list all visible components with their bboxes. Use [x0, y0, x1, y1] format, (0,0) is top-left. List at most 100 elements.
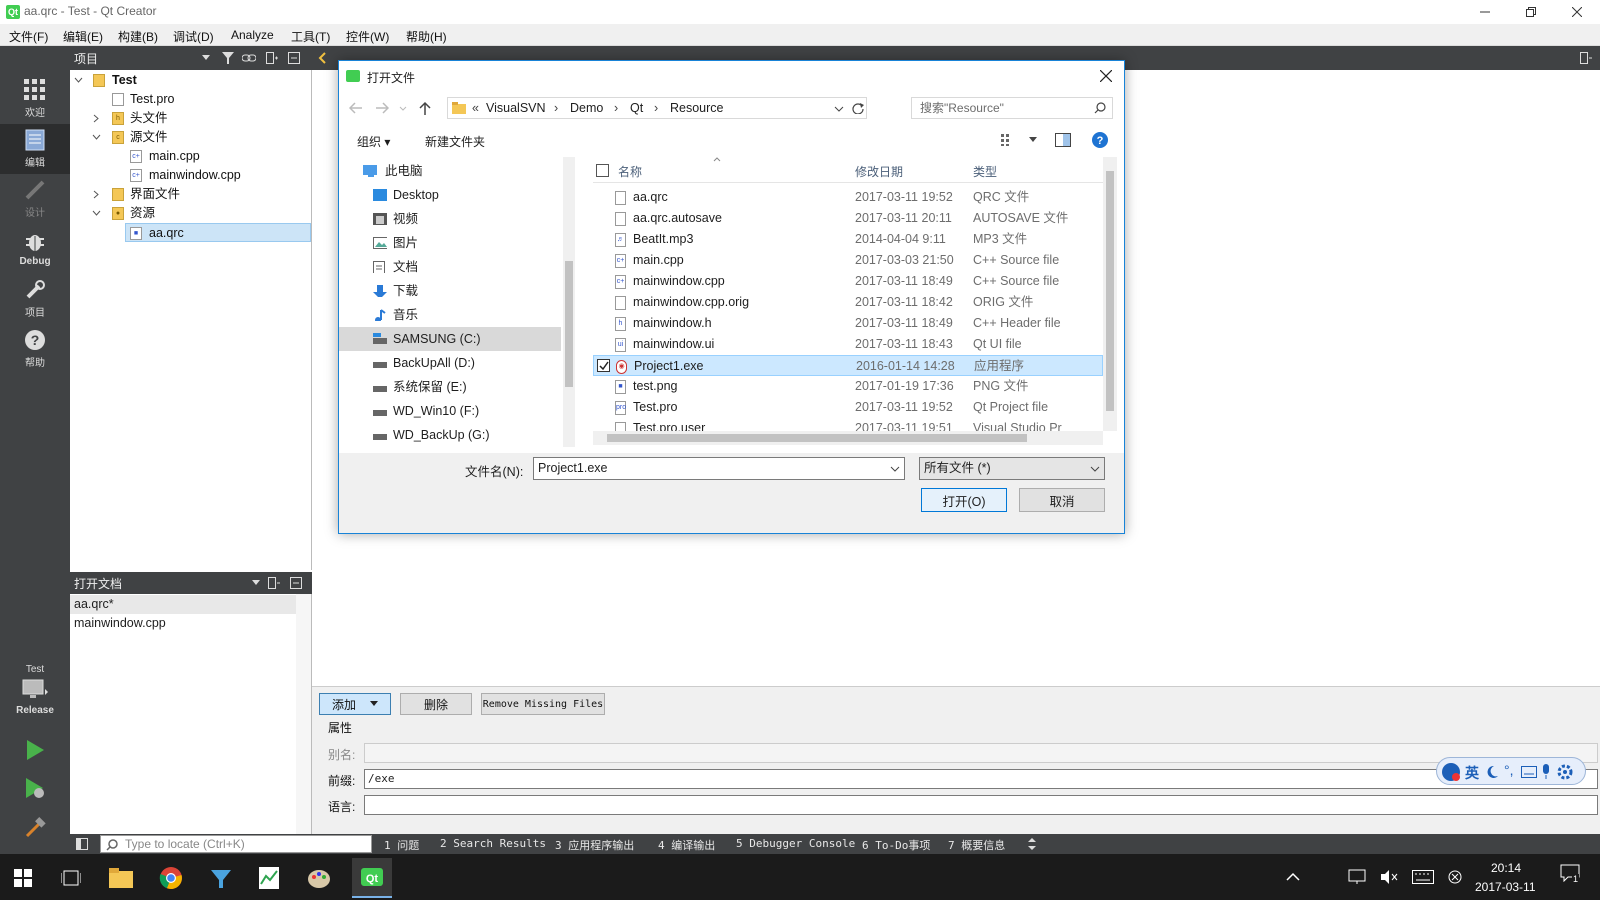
- address-bar[interactable]: « VisualSVN › Demo › Qt › Resource: [447, 97, 867, 119]
- nav-item-drive-e[interactable]: 系统保留 (E:): [339, 375, 561, 399]
- output-tab-application-output[interactable]: 3 应用程序输出: [555, 837, 634, 853]
- file-checkbox[interactable]: [596, 211, 609, 224]
- file-row[interactable]: aa.qrc.autosave 2017-03-11 20:11 AUTOSAVE …: [593, 208, 1103, 229]
- breadcrumb-separator-icon[interactable]: ›: [614, 101, 618, 115]
- menu-edit[interactable]: 编辑(E): [63, 28, 103, 45]
- keyboard-icon[interactable]: [1521, 766, 1537, 778]
- file-row[interactable]: Test.pro.user 2017-03-11 19:51 Visual Stud…: [593, 418, 1103, 431]
- nav-item-documents[interactable]: 文档: [339, 255, 561, 279]
- file-checkbox[interactable]: [596, 400, 609, 413]
- nav-item-desktop[interactable]: Desktop: [339, 183, 561, 207]
- keyboard-icon[interactable]: [1412, 870, 1434, 884]
- nav-item-drive-f[interactable]: WD_Win10 (F:): [339, 399, 561, 423]
- ime-status-icon[interactable]: [1448, 870, 1462, 884]
- nav-item-this-pc[interactable]: 此电脑: [339, 159, 561, 183]
- gear-icon[interactable]: [1557, 764, 1573, 780]
- add-button[interactable]: 添加: [319, 693, 391, 715]
- file-checkbox[interactable]: [597, 359, 610, 372]
- file-row[interactable]: mainwindow.cpp.orig 2017-03-11 18:42 ORIG …: [593, 292, 1103, 313]
- close-icon[interactable]: [1100, 70, 1112, 82]
- debug-run-button[interactable]: [0, 768, 70, 808]
- tree-item-pro[interactable]: Test.pro: [70, 90, 311, 109]
- nav-item-music[interactable]: 音乐: [339, 303, 561, 327]
- tree-item-main-cpp[interactable]: c+ main.cpp: [70, 147, 311, 166]
- menu-build[interactable]: 构建(B): [118, 28, 158, 45]
- microphone-icon[interactable]: [1541, 764, 1551, 780]
- task-view-button[interactable]: [54, 861, 88, 895]
- language-field[interactable]: [364, 795, 1598, 815]
- menu-analyze[interactable]: Analyze: [231, 28, 274, 42]
- chevron-down-icon[interactable]: [399, 106, 407, 112]
- tree-item-aa-qrc[interactable]: ■ aa.qrc: [125, 223, 311, 242]
- mode-projects[interactable]: 项目: [0, 274, 70, 324]
- link-icon[interactable]: [242, 52, 256, 64]
- output-tab-search-results[interactable]: 2 Search Results: [440, 837, 546, 850]
- file-checkbox[interactable]: [596, 295, 609, 308]
- file-checkbox[interactable]: [596, 253, 609, 266]
- help-icon[interactable]: ?: [1091, 131, 1109, 149]
- tree-item-forms[interactable]: 界面文件: [70, 185, 311, 204]
- build-button[interactable]: [0, 808, 70, 848]
- scrollbar[interactable]: [296, 594, 311, 834]
- nav-item-drive-g[interactable]: WD_BackUp (G:): [339, 423, 561, 447]
- menu-widgets[interactable]: 控件(W): [346, 28, 389, 45]
- mode-welcome[interactable]: 欢迎: [0, 74, 70, 124]
- tree-item-sources[interactable]: c 源文件: [70, 128, 311, 147]
- file-checkbox[interactable]: [596, 316, 609, 329]
- run-button[interactable]: [0, 730, 70, 770]
- network-icon[interactable]: [1348, 869, 1366, 885]
- refresh-icon[interactable]: [852, 102, 864, 114]
- chevron-down-icon[interactable]: [202, 55, 210, 61]
- close-pane-icon[interactable]: [288, 52, 300, 64]
- output-tab-general-messages[interactable]: 7 概要信息: [948, 837, 1005, 853]
- nav-scrollbar[interactable]: [563, 157, 575, 447]
- mode-edit[interactable]: 编辑: [0, 124, 70, 174]
- open-button[interactable]: 打开(O): [921, 488, 1007, 512]
- close-pane-icon[interactable]: [290, 577, 302, 589]
- remove-button[interactable]: 删除: [400, 693, 472, 715]
- file-row[interactable]: ■ test.png 2017-01-19 17:36 PNG 文件: [593, 376, 1103, 397]
- file-checkbox[interactable]: [596, 379, 609, 392]
- nav-item-videos[interactable]: 视频: [339, 207, 561, 231]
- filename-combobox[interactable]: Project1.exe: [533, 457, 905, 480]
- breadcrumb-qt[interactable]: Qt: [630, 101, 643, 115]
- file-checkbox[interactable]: [596, 421, 609, 431]
- file-row[interactable]: pro Test.pro 2017-03-11 19:52 Qt Project fi…: [593, 397, 1103, 418]
- breadcrumb-separator-icon[interactable]: ›: [554, 101, 558, 115]
- file-row[interactable]: c+ mainwindow.cpp 2017-03-11 18:49 C++ Sour…: [593, 271, 1103, 292]
- breadcrumb-overflow[interactable]: «: [472, 101, 479, 115]
- menu-file[interactable]: 文件(F): [9, 28, 48, 45]
- split-icon[interactable]: [1580, 52, 1592, 64]
- column-header-type[interactable]: 类型: [973, 163, 997, 180]
- locator-input[interactable]: Type to locate (Ctrl+K): [100, 835, 372, 853]
- taskbar-paint[interactable]: [302, 861, 336, 895]
- split-icon[interactable]: [268, 577, 280, 589]
- prefix-field[interactable]: /exe: [364, 769, 1598, 789]
- taskbar-qt-creator[interactable]: Qt: [352, 858, 392, 898]
- file-checkbox[interactable]: [596, 274, 609, 287]
- taskbar-file-explorer[interactable]: [104, 861, 138, 895]
- filter-icon[interactable]: [222, 52, 234, 64]
- remove-missing-files-button[interactable]: Remove Missing Files: [481, 693, 605, 715]
- close-window-button[interactable]: [1554, 0, 1600, 24]
- file-list-hscrollbar[interactable]: [593, 431, 1103, 445]
- breadcrumb-resource[interactable]: Resource: [670, 101, 724, 115]
- back-arrow-icon[interactable]: [318, 52, 326, 64]
- file-type-filter[interactable]: 所有文件 (*): [919, 457, 1105, 480]
- mode-help[interactable]: ? 帮助: [0, 324, 70, 374]
- taskbar-chrome[interactable]: [154, 861, 188, 895]
- output-tab-debugger-console[interactable]: 5 Debugger Console: [736, 837, 855, 850]
- organize-menu[interactable]: 组织 ▾: [357, 133, 390, 150]
- output-tab-issues[interactable]: 1 问题: [384, 837, 419, 853]
- file-row[interactable]: h mainwindow.h 2017-03-11 18:49 C++ Header …: [593, 313, 1103, 334]
- breadcrumb-demo[interactable]: Demo: [570, 101, 603, 115]
- volume-muted-icon[interactable]: [1380, 869, 1398, 885]
- menu-tools[interactable]: 工具(T): [291, 28, 330, 45]
- file-row[interactable]: ◉ Project1.exe 2016-01-14 14:28 应用程序: [593, 355, 1103, 376]
- select-all-checkbox[interactable]: [596, 164, 609, 177]
- file-row[interactable]: ♬ BeatIt.mp3 2014-04-04 9:11 MP3 文件: [593, 229, 1103, 250]
- file-checkbox[interactable]: [596, 337, 609, 350]
- chevron-down-icon[interactable]: [1029, 137, 1037, 143]
- menu-debug[interactable]: 调试(D): [173, 28, 214, 45]
- tree-item-mainwindow-cpp[interactable]: c+ mainwindow.cpp: [70, 166, 311, 185]
